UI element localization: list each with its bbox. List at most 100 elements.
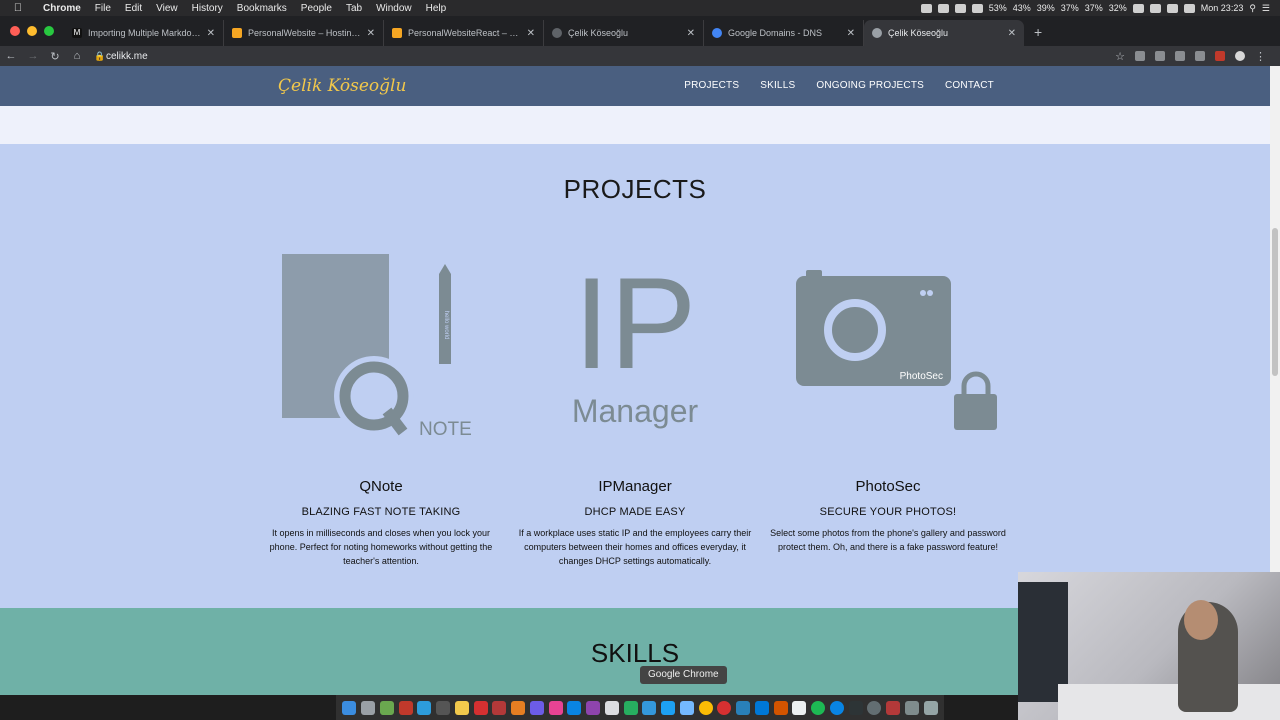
forward-arrow-icon[interactable]: → [22,50,44,62]
close-tab-icon[interactable]: ✕ [687,28,695,39]
menu-help[interactable]: Help [419,3,454,14]
twitter-icon[interactable] [661,700,676,715]
tab-firebase-personalwebsite[interactable]: PersonalWebsite – Hosting – Fi ✕ [224,20,384,46]
ipmanager-logo[interactable]: IP Manager [515,250,755,440]
extension-icon[interactable] [1155,51,1165,61]
scrollbar-thumb[interactable] [1272,228,1278,376]
safari-icon[interactable] [679,700,694,715]
profile-avatar-icon[interactable] [1235,51,1245,61]
tab-google-domains-dns[interactable]: Google Domains - DNS ✕ [704,20,864,46]
app-icon[interactable] [867,700,882,715]
extension-icon[interactable] [1215,51,1225,61]
menu-file[interactable]: File [88,3,118,14]
filezilla-icon[interactable] [473,700,488,715]
app-icon[interactable] [904,700,919,715]
volume-icon[interactable] [1166,3,1178,13]
illustrator-icon[interactable] [511,700,526,715]
acrobat-icon[interactable] [492,700,507,715]
extension-icon[interactable] [1195,51,1205,61]
notes-icon[interactable] [792,700,807,715]
app-icon[interactable] [773,700,788,715]
cloud-icon[interactable] [971,3,983,13]
menu-tab[interactable]: Tab [339,3,369,14]
nav-link-skills[interactable]: SKILLS [760,80,795,91]
close-tab-icon[interactable]: ✕ [367,28,375,39]
menu-view[interactable]: View [149,3,185,14]
notification-center-icon[interactable]: ☰ [1262,3,1270,14]
time-machine-icon[interactable] [1132,3,1144,13]
wifi-icon[interactable] [1149,3,1161,13]
back-arrow-icon[interactable]: ← [0,50,22,62]
app-icon[interactable] [436,700,451,715]
trash-icon[interactable] [923,700,938,715]
photoshop-icon[interactable] [567,700,582,715]
extension-icon[interactable] [1175,51,1185,61]
tab-medium-article[interactable]: M Importing Multiple Markdown f ✕ [64,20,224,46]
launchpad-icon[interactable] [361,700,376,715]
opera-icon[interactable] [717,700,732,715]
spotify-icon[interactable] [811,700,826,715]
close-tab-icon[interactable]: ✕ [207,28,215,39]
app-icon[interactable] [398,700,413,715]
nav-link-contact[interactable]: CONTACT [945,80,994,91]
menu-window[interactable]: Window [369,3,419,14]
app-icon[interactable] [886,700,901,715]
menu-bookmarks[interactable]: Bookmarks [230,3,294,14]
app-icon[interactable] [379,700,394,715]
cpu-stat[interactable]: 39% [1037,3,1055,13]
close-tab-icon[interactable]: ✕ [847,28,855,39]
status-app-icon[interactable] [937,3,949,13]
new-tab-button[interactable]: + [1024,24,1052,46]
status-app-icon[interactable] [920,3,932,13]
chrome-menu-icon[interactable]: ⋮ [1255,50,1266,63]
apple-menu-icon[interactable]:  [0,2,36,14]
sketch-icon[interactable] [454,700,469,715]
close-tab-icon[interactable]: ✕ [1008,28,1016,39]
premiere-icon[interactable] [586,700,601,715]
cpu-stat[interactable]: 37% [1085,3,1103,13]
app-store-icon[interactable] [829,700,844,715]
slack-icon[interactable] [604,700,619,715]
tab-celik-koseoglu-active[interactable]: Çelik Köseoğlu ✕ [864,20,1024,46]
vscode-icon[interactable] [754,700,769,715]
qnote-logo[interactable]: hello world NOTE [261,250,501,440]
cpu-stat[interactable]: 32% [1109,3,1127,13]
telegram-icon[interactable] [642,700,657,715]
dropbox-icon[interactable] [954,3,966,13]
cpu-stat[interactable]: 43% [1013,3,1031,13]
home-icon[interactable]: ⌂ [66,50,88,62]
clock[interactable]: Mon 23:23 [1201,3,1244,13]
menu-people[interactable]: People [294,3,339,14]
lock-icon[interactable]: 🔒 [94,51,106,62]
cpu-stat[interactable]: 53% [989,3,1007,13]
app-icon[interactable] [736,700,751,715]
url-text[interactable]: celikk.me [106,51,148,62]
tab-firebase-personalwebsitereact[interactable]: PersonalWebsiteReact – Hostin ✕ [384,20,544,46]
indesign-icon[interactable] [548,700,563,715]
after-effects-icon[interactable] [529,700,544,715]
app-icon[interactable] [417,700,432,715]
menu-edit[interactable]: Edit [118,3,149,14]
close-tab-icon[interactable]: ✕ [527,28,535,39]
nav-link-projects[interactable]: PROJECTS [684,80,739,91]
cpu-stat[interactable]: 37% [1061,3,1079,13]
reload-icon[interactable]: ↻ [44,50,66,63]
extension-icon[interactable] [1135,51,1145,61]
minimize-window-button[interactable] [27,26,37,36]
terminal-icon[interactable] [848,700,863,715]
nav-link-ongoing-projects[interactable]: ONGOING PROJECTS [816,80,924,91]
menu-history[interactable]: History [185,3,230,14]
photosec-logo[interactable]: PhotoSec [768,250,1008,440]
address-bar[interactable]: 🔒 celikk.me [94,47,1094,65]
spotlight-icon[interactable]: ⚲ [1249,3,1256,14]
bookmark-star-icon[interactable]: ☆ [1115,50,1125,63]
finder-icon[interactable] [342,700,357,715]
tab-celik-koseoglu[interactable]: Çelik Köseoğlu ✕ [544,20,704,46]
chrome-icon[interactable] [698,700,713,715]
whatsapp-icon[interactable] [623,700,638,715]
site-logo[interactable]: Çelik Köseoğlu [278,76,406,96]
zoom-window-button[interactable] [44,26,54,36]
close-window-button[interactable] [10,26,20,36]
menu-app-chrome[interactable]: Chrome [36,3,88,14]
flag-icon[interactable] [1183,3,1195,13]
